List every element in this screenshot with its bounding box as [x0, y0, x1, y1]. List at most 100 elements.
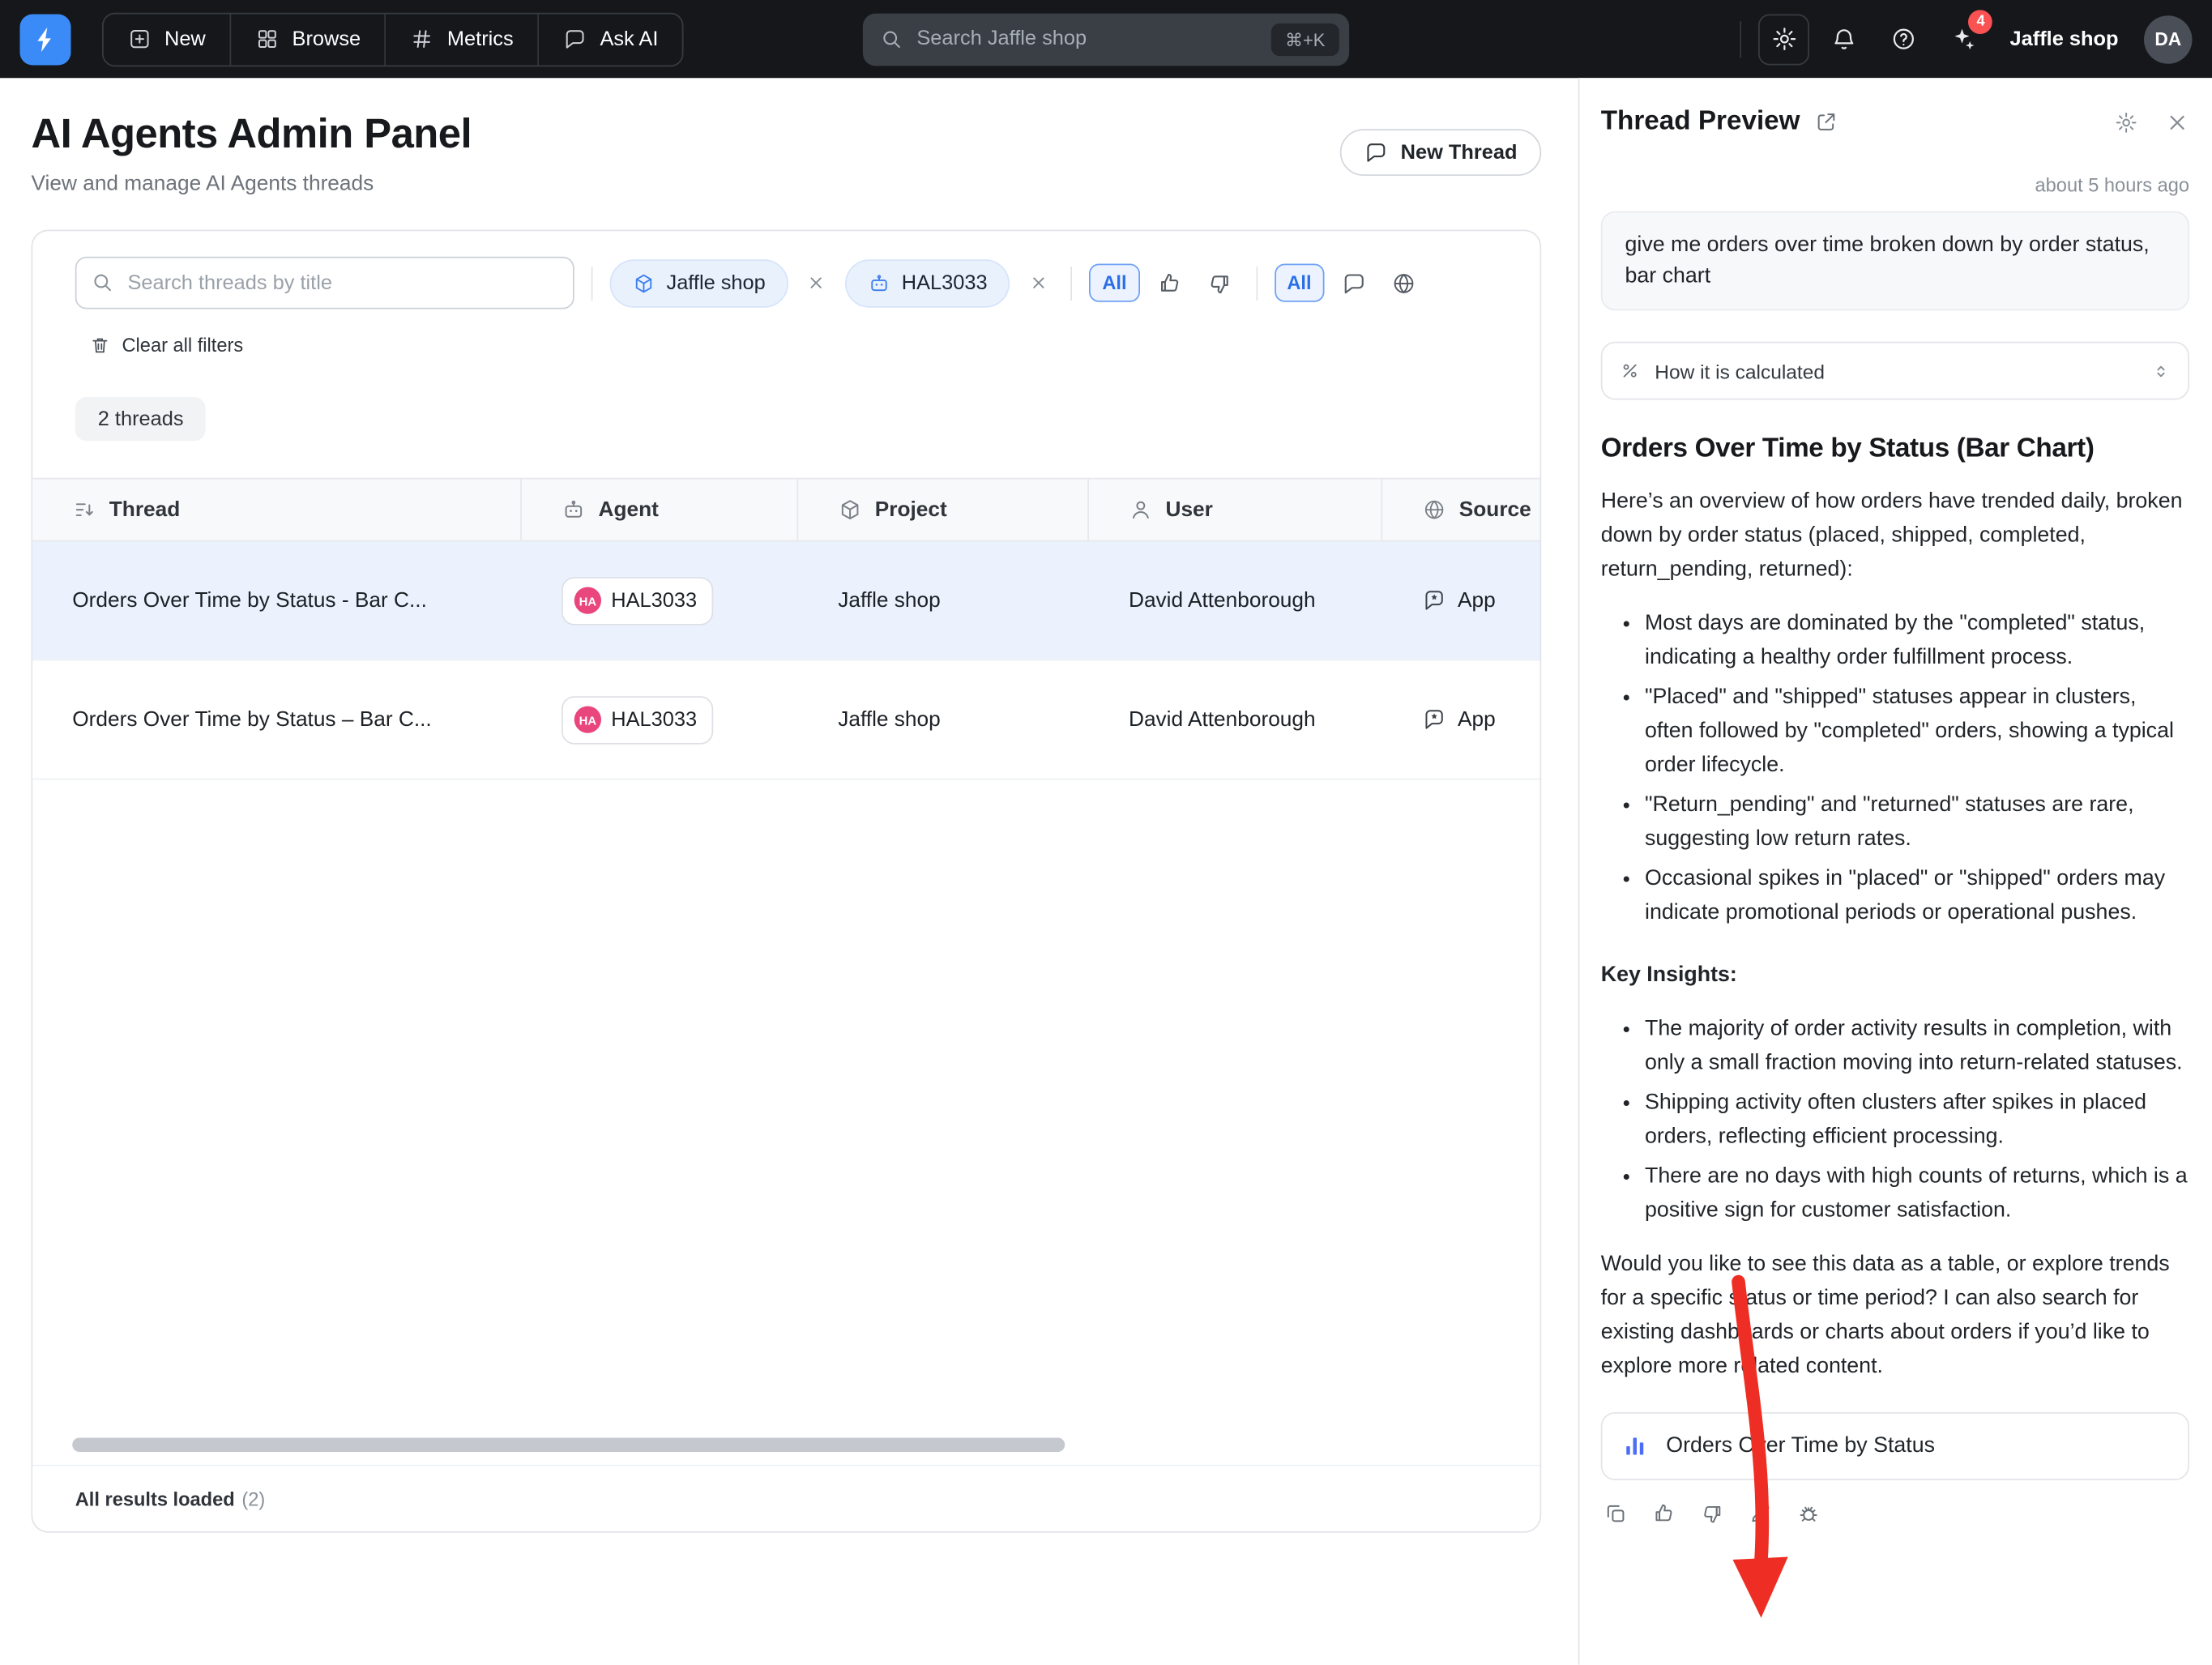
bullet-item: There are no days with high counts of re… — [1645, 1160, 2189, 1228]
bug-icon — [1796, 1501, 1820, 1526]
nav-new-button[interactable]: New — [104, 14, 232, 65]
column-label: Project — [875, 497, 947, 522]
bell-icon — [1830, 26, 1857, 53]
thumbs-up-button[interactable] — [1649, 1499, 1677, 1527]
chart-link[interactable]: Orders Over Time by Status — [1601, 1413, 2189, 1481]
source-cell: App — [1382, 542, 1539, 660]
agent-chip[interactable]: HA HAL3033 — [562, 695, 714, 744]
user-message-bubble: give me orders over time broken down by … — [1601, 211, 2189, 311]
content-area: AI Agents Admin Panel View and manage AI… — [0, 78, 2212, 1664]
source-web-filter-button[interactable] — [1386, 264, 1424, 302]
chat-star-icon — [1422, 588, 1446, 613]
workspace-button[interactable]: Jaffle shop — [1993, 28, 2136, 50]
filter-divider — [1071, 266, 1073, 300]
thumbs-down-filter-button[interactable] — [1201, 264, 1239, 302]
open-thread-button[interactable] — [1816, 111, 1838, 134]
thread-title-cell: Orders Over Time by Status - Bar C... — [32, 542, 522, 660]
scrollbar-thumb[interactable] — [72, 1438, 1065, 1453]
remove-project-filter-button[interactable] — [801, 267, 833, 299]
global-search-placeholder: Search Jaffle shop — [916, 28, 1257, 50]
external-link-icon — [1816, 111, 1838, 134]
response-outro: Would you like to see this data as a tab… — [1601, 1249, 2189, 1385]
nav-ask-ai-button[interactable]: Ask AI — [539, 14, 682, 65]
chat-icon — [563, 27, 587, 51]
notifications-button[interactable] — [1818, 14, 1869, 65]
source-label: App — [1458, 588, 1496, 613]
project-filter-chip[interactable]: Jaffle shop — [610, 258, 788, 307]
bullet-item: "Return_pending" and "returned" statuses… — [1645, 789, 2189, 857]
gear-icon — [2114, 110, 2138, 134]
agent-avatar: HA — [574, 707, 601, 733]
thumbs-up-icon — [1157, 270, 1183, 296]
preview-settings-button[interactable] — [2114, 110, 2138, 134]
debug-button[interactable] — [1794, 1499, 1822, 1527]
table-row[interactable]: Orders Over Time by Status – Bar C... HA… — [32, 661, 1539, 780]
settings-button[interactable] — [1759, 14, 1810, 65]
source-filter-group: All — [1275, 264, 1424, 302]
feedback-filter-group: All — [1090, 264, 1239, 302]
remove-agent-filter-button[interactable] — [1023, 267, 1054, 299]
preview-title: Thread Preview — [1601, 106, 1800, 138]
search-shortcut: ⌘+K — [1271, 23, 1339, 55]
chat-star-icon — [1422, 707, 1446, 732]
agent-name: HAL3033 — [611, 708, 697, 731]
copy-button[interactable] — [1601, 1499, 1629, 1527]
clear-filters-button[interactable]: Clear all filters — [89, 335, 243, 356]
source-app-filter-button[interactable] — [1335, 264, 1373, 302]
robot-icon — [562, 497, 586, 522]
user-avatar[interactable]: DA — [2144, 15, 2193, 63]
navbar-right: 4 Jaffle shop DA — [1727, 14, 2192, 65]
thumbs-down-button[interactable] — [1697, 1499, 1726, 1527]
column-header-user[interactable]: User — [1089, 480, 1382, 540]
table-footer: All results loaded (2) — [32, 1465, 1539, 1531]
help-button[interactable] — [1878, 14, 1929, 65]
question-icon — [1890, 26, 1917, 53]
results-count: (2) — [241, 1488, 265, 1509]
user-cell: David Attenborough — [1089, 542, 1382, 660]
thread-count-badge: 2 threads — [75, 397, 207, 441]
column-header-thread[interactable]: Thread — [32, 480, 522, 540]
close-icon — [1029, 274, 1048, 292]
message-actions — [1601, 1499, 2189, 1527]
cube-icon — [633, 271, 655, 294]
table-header-row: Thread Agent Project User — [32, 478, 1539, 542]
bullet-item: The majority of order activity results i… — [1645, 1013, 2189, 1081]
nav-browse-button[interactable]: Browse — [231, 14, 386, 65]
bullet-item: Shipping activity often clusters after s… — [1645, 1087, 2189, 1155]
column-label: Source — [1459, 497, 1531, 522]
agent-filter-chip[interactable]: HAL3033 — [845, 258, 1010, 307]
project-filter-label: Jaffle shop — [667, 271, 766, 294]
how-calculated-toggle[interactable]: How it is calculated — [1601, 342, 2189, 400]
app-logo[interactable] — [20, 14, 71, 65]
response-heading: Orders Over Time by Status (Bar Chart) — [1601, 434, 2189, 466]
search-icon — [91, 271, 113, 293]
key-insights-label: Key Insights: — [1601, 959, 2189, 993]
table-row[interactable]: Orders Over Time by Status - Bar C... HA… — [32, 542, 1539, 661]
nav-new-label: New — [164, 28, 206, 50]
thread-search-input[interactable] — [75, 257, 574, 310]
key-insights-list: The majority of order activity results i… — [1601, 1013, 2189, 1228]
column-header-project[interactable]: Project — [798, 480, 1089, 540]
feedback-all-toggle[interactable]: All — [1090, 264, 1140, 302]
column-label: Agent — [599, 497, 659, 522]
source-all-toggle[interactable]: All — [1275, 264, 1325, 302]
nav-metrics-button[interactable]: Metrics — [386, 14, 540, 65]
globe-icon — [1391, 270, 1417, 296]
new-thread-button[interactable]: New Thread — [1339, 129, 1541, 176]
unfold-chevrons-icon — [2151, 361, 2171, 382]
horizontal-scrollbar — [49, 1438, 1522, 1453]
ai-notifications-button[interactable]: 4 — [1937, 14, 1988, 65]
source-label: App — [1458, 707, 1496, 732]
column-header-source[interactable]: Source — [1382, 480, 1539, 540]
edit-button[interactable] — [1745, 1499, 1774, 1527]
calculation-icon — [1620, 361, 1641, 382]
global-search[interactable]: Search Jaffle shop ⌘+K — [863, 13, 1349, 66]
grid-icon — [255, 27, 280, 51]
clear-filters-label: Clear all filters — [122, 335, 244, 356]
close-preview-button[interactable] — [2165, 110, 2189, 134]
agent-chip[interactable]: HA HAL3033 — [562, 576, 714, 625]
thumbs-up-filter-button[interactable] — [1151, 264, 1189, 302]
column-header-agent[interactable]: Agent — [522, 480, 798, 540]
hash-icon — [410, 27, 434, 51]
sort-icon — [72, 497, 96, 522]
